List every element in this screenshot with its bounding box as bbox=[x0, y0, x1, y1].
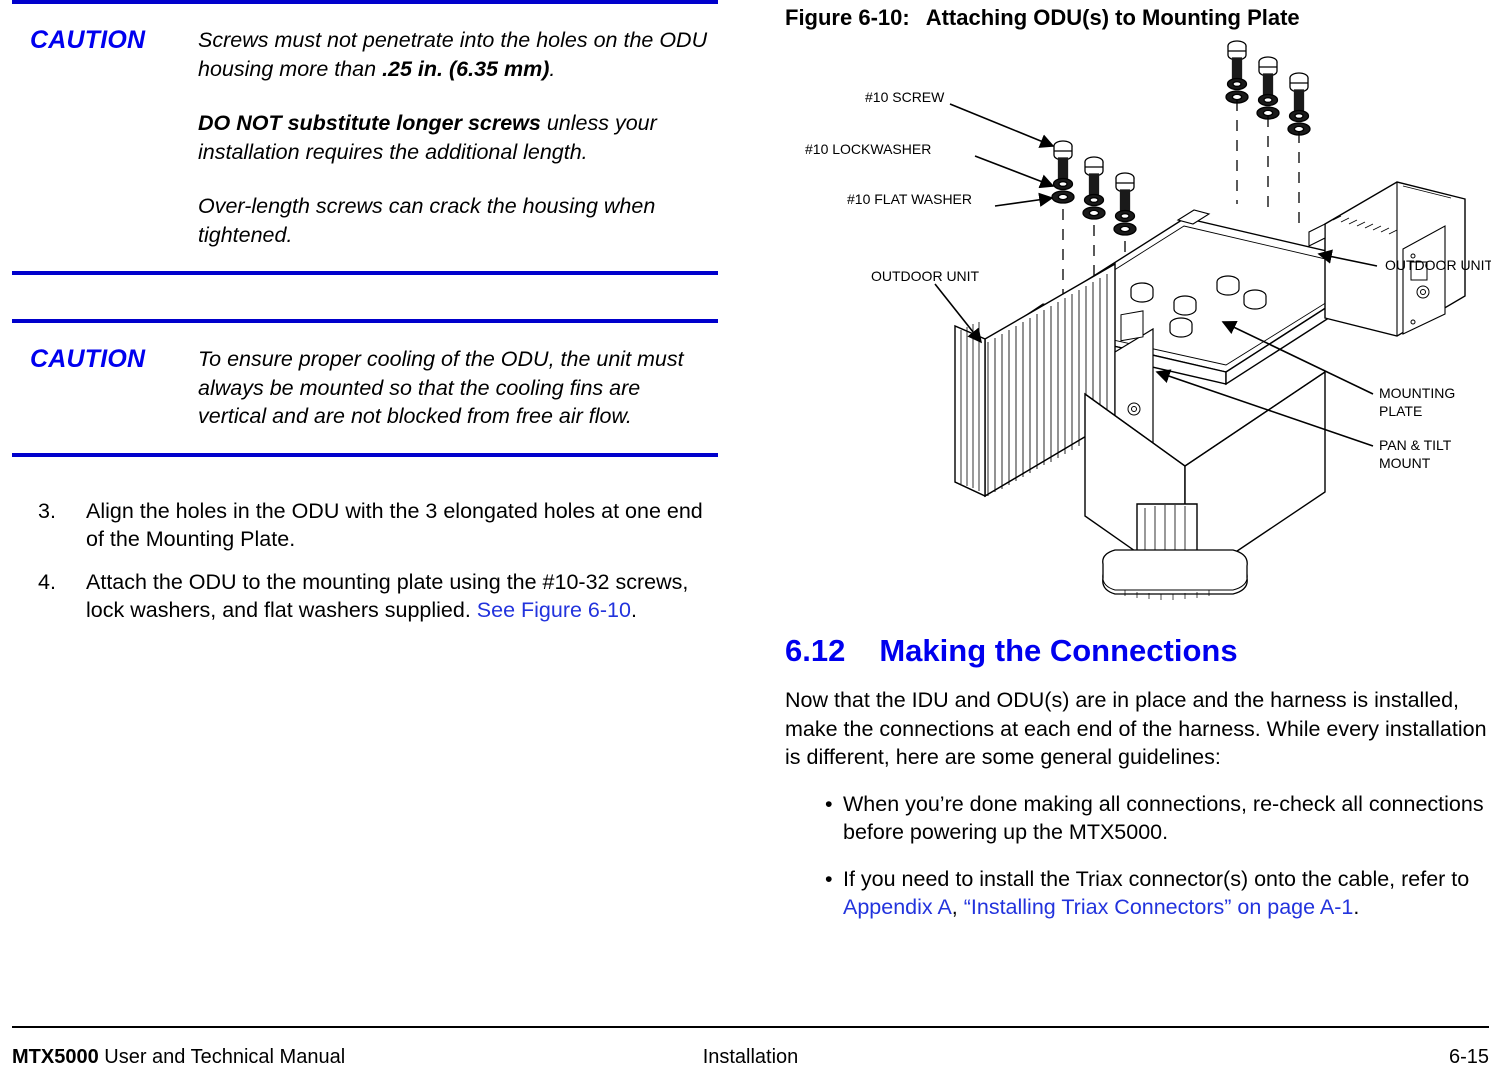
figure-caption: Figure 6-10: Attaching ODU(s) to Mounting… bbox=[785, 4, 1491, 32]
step-item: 3. Align the holes in the ODU with the 3… bbox=[12, 497, 718, 554]
step-number: 3. bbox=[38, 498, 56, 523]
section-title: Making the Connections bbox=[879, 633, 1238, 668]
guidelines-list: • When you’re done making all connection… bbox=[785, 790, 1491, 922]
caution-paragraph: To ensure proper cooling of the ODU, the… bbox=[198, 347, 684, 428]
caution-label: CAUTION bbox=[30, 26, 146, 54]
section-intro-paragraph: Now that the IDU and ODU(s) are in place… bbox=[785, 688, 1487, 769]
caution-block-1: CAUTION Screws must not penetrate into t… bbox=[12, 0, 718, 275]
step-item: 4. Attach the ODU to the mounting plate … bbox=[12, 568, 718, 625]
bullet-run: . bbox=[1353, 895, 1360, 919]
caution-paragraph: DO NOT substitute longer screws unless y… bbox=[198, 109, 708, 166]
caution-run-bold: DO NOT substitute longer screws bbox=[198, 111, 541, 135]
appendix-a-link[interactable]: Appendix A bbox=[843, 895, 952, 919]
step-list: 3. Align the holes in the ODU with the 3… bbox=[12, 497, 718, 625]
fastener-stack-upper bbox=[1225, 40, 1311, 224]
bullet-marker-icon: • bbox=[825, 866, 833, 891]
page-footer: MTX5000 User and Technical Manual Instal… bbox=[12, 1046, 1489, 1080]
caution-body-2: To ensure proper cooling of the ODU, the… bbox=[198, 345, 718, 431]
bullet-run: If you need to install the Triax connect… bbox=[843, 866, 1470, 891]
list-item-text: If you need to install the Triax connect… bbox=[843, 865, 1491, 922]
step-text: Attach the ODU to the mounting plate usi… bbox=[86, 568, 718, 625]
step-text: Align the holes in the ODU with the 3 el… bbox=[86, 497, 718, 554]
caution-paragraph: Screws must not penetrate into the holes… bbox=[198, 26, 708, 83]
figure-illustration: #10 SCREW #10 LOCKWASHER #10 FLAT WASHER… bbox=[785, 34, 1491, 624]
leader-screw bbox=[949, 103, 1055, 148]
bullet-run: , bbox=[951, 895, 964, 919]
manual-page: CAUTION Screws must not penetrate into t… bbox=[0, 0, 1501, 1086]
list-item: • When you’re done making all connection… bbox=[785, 790, 1491, 847]
figure-label-lockwasher: #10 LOCKWASHER bbox=[805, 141, 931, 157]
figure-label-mounting-plate-line2: PLATE bbox=[1379, 403, 1422, 419]
section-heading: 6.12 Making the Connections bbox=[785, 632, 1491, 670]
figure-label-screw: #10 SCREW bbox=[865, 89, 945, 105]
footer-page-number: 6-15 bbox=[1448, 1046, 1489, 1068]
caution-run-bold: .25 in. (6.35 mm) bbox=[382, 56, 550, 81]
caution-label: CAUTION bbox=[30, 345, 146, 373]
list-item-text: When you’re done making all connections,… bbox=[843, 790, 1491, 847]
leader-lockwasher bbox=[974, 155, 1055, 189]
caution-block-2: CAUTION To ensure proper cooling of the … bbox=[12, 319, 718, 457]
step-number: 4. bbox=[38, 569, 56, 594]
figure-label-outdoor-unit-left: OUTDOOR UNIT bbox=[871, 268, 980, 284]
figure-number: Figure 6-10: bbox=[785, 5, 910, 30]
figure-label-pan-tilt-line1: PAN & TILT bbox=[1379, 437, 1452, 453]
list-item: • If you need to install the Triax conne… bbox=[785, 865, 1491, 922]
bullet-marker-icon: • bbox=[825, 791, 833, 816]
figure-cross-reference-link[interactable]: See Figure 6-10 bbox=[477, 598, 631, 622]
footer-chapter-name: Installation bbox=[702, 1046, 799, 1068]
step-run: . bbox=[630, 598, 637, 622]
leader-flat-washer bbox=[994, 192, 1054, 207]
caution-gap bbox=[12, 275, 718, 319]
caution-bottom-rule bbox=[12, 452, 718, 457]
left-column: CAUTION Screws must not penetrate into t… bbox=[12, 0, 718, 1020]
figure-label-pan-tilt-line2: MOUNT bbox=[1379, 455, 1431, 471]
caution-paragraph: Over-length screws can crack the housing… bbox=[198, 192, 708, 249]
figure-title-text: Attaching ODU(s) to Mounting Plate bbox=[925, 5, 1300, 30]
right-column: Figure 6-10: Attaching ODU(s) to Mounting… bbox=[785, 0, 1491, 1020]
caution-body-1: Screws must not penetrate into the holes… bbox=[198, 26, 718, 249]
figure-label-mounting-plate-line1: MOUNTING bbox=[1379, 385, 1455, 401]
bullet-run: When you’re done making all connections,… bbox=[843, 791, 1484, 845]
caution-run: . bbox=[549, 56, 556, 81]
footer-divider bbox=[12, 1026, 1489, 1028]
figure-label-outdoor-unit-right: OUTDOOR UNIT bbox=[1385, 257, 1491, 273]
figure-label-flat-washer: #10 FLAT WASHER bbox=[847, 191, 972, 207]
installing-triax-connectors-link[interactable]: “Installing Triax Connectors” on page A-… bbox=[964, 895, 1354, 919]
section-number: 6.12 bbox=[785, 633, 846, 668]
step-run: Align the holes in the ODU with the 3 el… bbox=[86, 498, 703, 552]
caution-run: Over-length screws can crack the housing… bbox=[198, 194, 656, 247]
